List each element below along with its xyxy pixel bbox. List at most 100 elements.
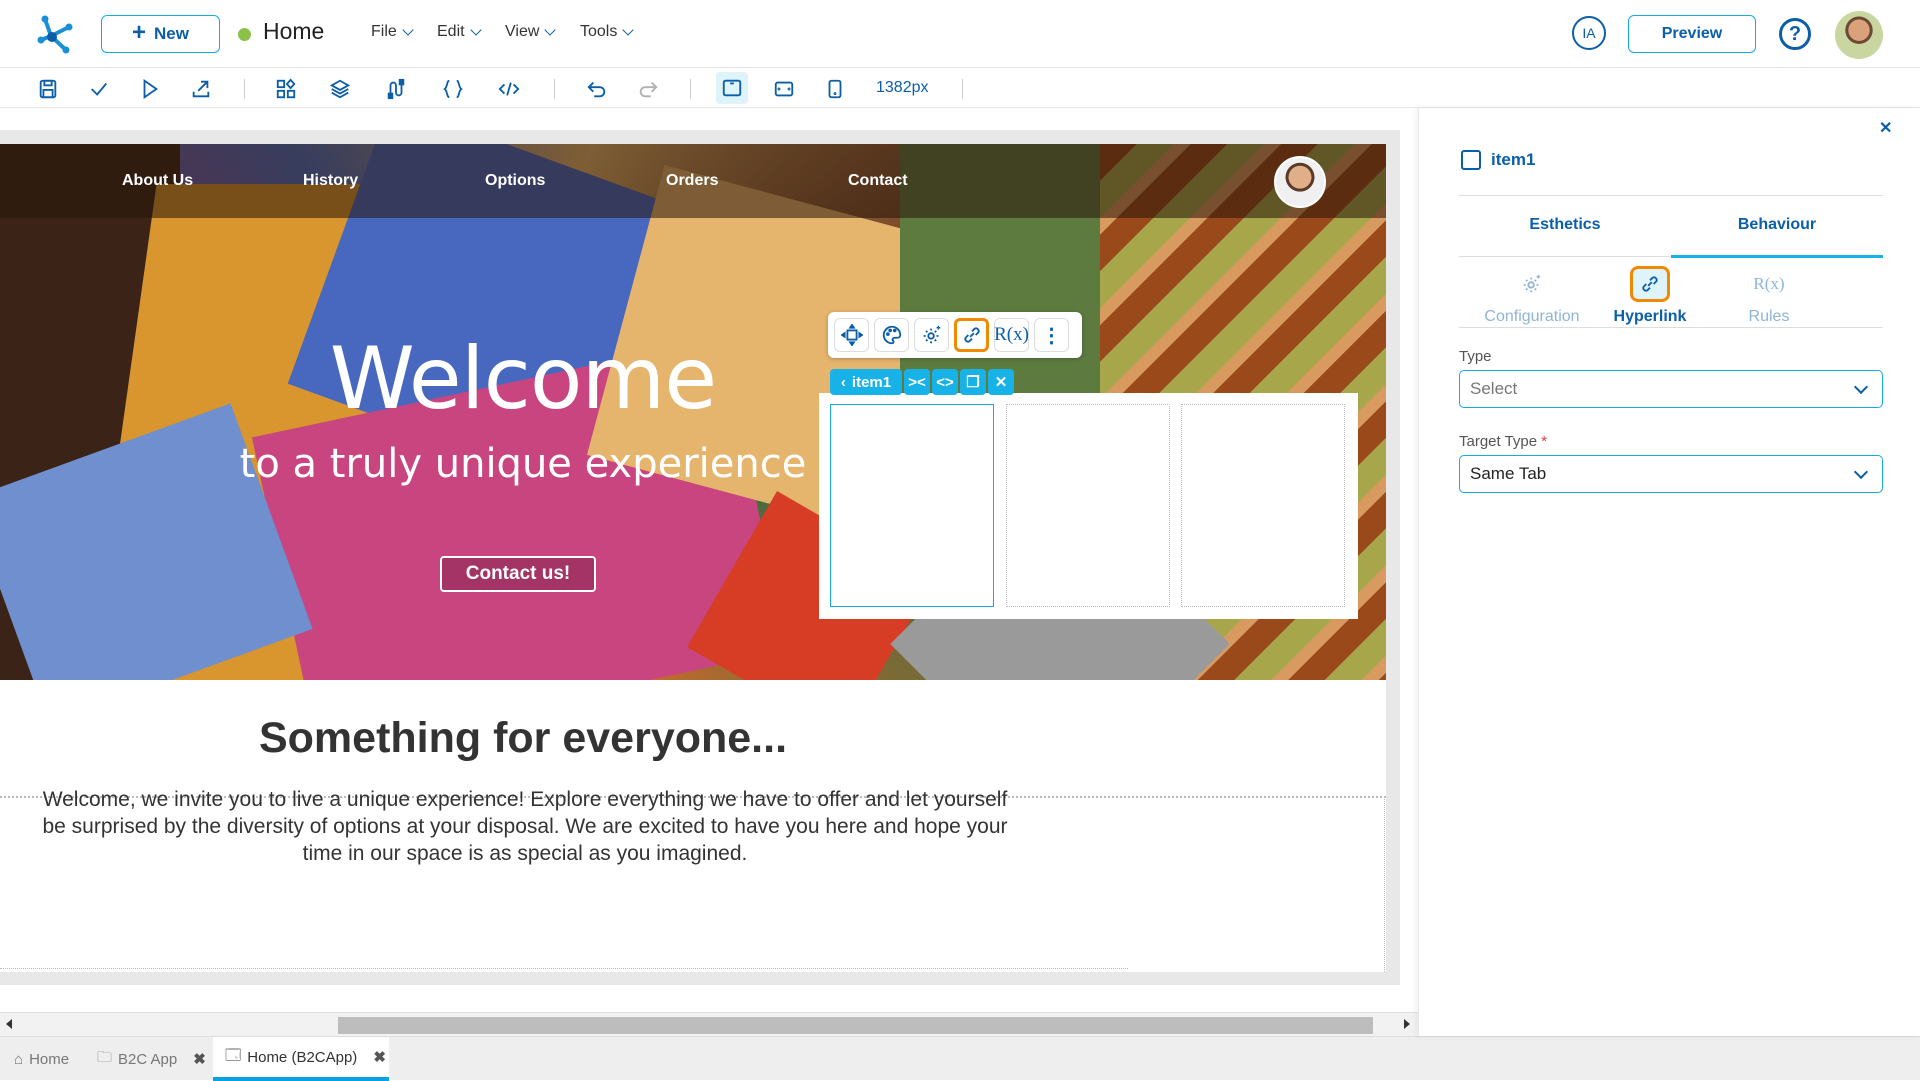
app-header: + New Home File Edit View Tools IA Previ… [0, 0, 1920, 68]
canvas-width-readout: 1382px [876, 79, 929, 96]
tab-b2c-app[interactable]: 🗀 B2C App ✖ [97, 1037, 206, 1081]
components-icon[interactable] [273, 76, 299, 102]
selected-container[interactable] [819, 393, 1358, 619]
more-icon[interactable]: ⋮ [1034, 318, 1069, 352]
container-cell[interactable] [1181, 404, 1345, 607]
target-type-label: Target Type * [1459, 433, 1547, 450]
nav-link-orders[interactable]: Orders [666, 172, 718, 190]
redo-icon[interactable] [635, 76, 661, 102]
panel-item-name: item1 [1491, 150, 1536, 169]
collapse-icon[interactable]: >< [904, 369, 930, 395]
tab-label: B2C App [118, 1050, 178, 1068]
close-icon[interactable]: ✖ [373, 1048, 386, 1066]
help-icon[interactable]: ? [1779, 18, 1811, 50]
nav-link-options[interactable]: Options [485, 172, 545, 190]
expand-icon[interactable]: <> [932, 369, 958, 395]
tablet-view-icon[interactable] [771, 76, 797, 102]
rules-glyph: R(x) [1753, 274, 1785, 293]
settings-icon[interactable] [914, 318, 949, 352]
folder-icon: 🗀 [97, 1048, 113, 1066]
tab-label: Home [29, 1050, 70, 1068]
subtab-hyperlink[interactable]: Hyperlink [1595, 266, 1705, 326]
menu-file[interactable]: File [371, 23, 414, 41]
container-cell[interactable] [1006, 404, 1170, 607]
mobile-view-icon[interactable] [822, 76, 848, 102]
close-icon[interactable]: ✖ [193, 1050, 206, 1068]
undo-icon[interactable] [584, 76, 610, 102]
delete-icon[interactable]: ✕ [988, 369, 1014, 395]
section-guide-line [1384, 796, 1385, 972]
play-icon[interactable] [137, 76, 163, 102]
target-type-select[interactable]: Same Tab [1459, 455, 1883, 493]
save-icon[interactable] [35, 76, 61, 102]
palette-icon[interactable] [874, 318, 909, 352]
scroll-left-arrow-icon[interactable] [6, 1019, 12, 1029]
layers-icon[interactable] [327, 76, 353, 102]
tab-home[interactable]: ⌂ Home [12, 1037, 71, 1081]
toolbar-divider [244, 79, 245, 99]
tab-esthetics[interactable]: Esthetics [1459, 216, 1671, 234]
site-nav: About Us History Options Orders Contact [0, 144, 1386, 218]
tab-behaviour[interactable]: Behaviour [1671, 216, 1883, 234]
rules-icon[interactable]: R(x) [994, 318, 1029, 352]
target-type-label-text: Target Type [1459, 433, 1538, 450]
new-button[interactable]: + New [101, 15, 220, 53]
panel-divider [1459, 195, 1883, 196]
design-canvas: About Us History Options Orders Contact … [0, 108, 1418, 1008]
nav-link-about-us[interactable]: About Us [122, 172, 193, 190]
integrations-icon[interactable] [383, 76, 409, 102]
braces-icon[interactable] [440, 76, 466, 102]
menu-edit-label: Edit [437, 23, 465, 40]
container-cell-selected[interactable] [830, 404, 994, 607]
chevron-down-icon [1853, 379, 1869, 395]
menu-file-label: File [371, 23, 397, 40]
required-marker: * [1541, 433, 1548, 450]
target-type-select-value: Same Tab [1470, 464, 1547, 483]
desktop-view-icon[interactable] [716, 72, 748, 104]
section-body: Welcome, we invite you to live a unique … [42, 788, 1008, 865]
subtab-label: Rules [1748, 308, 1790, 325]
rules-icon: R(x) [1749, 266, 1789, 302]
check-icon[interactable] [86, 76, 112, 102]
code-icon[interactable] [496, 76, 522, 102]
preview-button[interactable]: Preview [1628, 15, 1756, 53]
chevron-left-icon: ‹ [840, 373, 846, 391]
scrollbar-thumb[interactable] [338, 1017, 1373, 1034]
properties-panel: ✕ item1 Esthetics Behaviour Configuratio… [1418, 108, 1920, 1036]
close-icon[interactable]: ✕ [1879, 118, 1892, 138]
horizontal-scrollbar[interactable] [0, 1012, 1418, 1036]
ai-assistant-icon[interactable]: IA [1572, 16, 1606, 50]
chevron-down-icon [1853, 464, 1869, 480]
site-avatar[interactable] [1274, 156, 1326, 208]
toolbar-divider [554, 79, 555, 99]
link-icon[interactable] [954, 318, 989, 352]
subtab-rules[interactable]: R(x) Rules [1714, 266, 1824, 326]
chevron-down-icon [544, 23, 557, 36]
nav-link-contact[interactable]: Contact [848, 172, 908, 190]
move-icon[interactable] [834, 318, 869, 352]
selected-item-name: item1 [851, 373, 892, 391]
menu-view[interactable]: View [505, 23, 557, 41]
tab-home-b2capp[interactable]: 🗔 Home (B2CApp) ✖ [213, 1037, 389, 1081]
menu-tools[interactable]: Tools [580, 23, 635, 41]
toolbar-divider [690, 79, 691, 99]
type-select[interactable]: Select [1459, 370, 1883, 408]
active-tab-indicator [1671, 255, 1883, 258]
subtab-configuration[interactable]: Configuration [1477, 266, 1587, 326]
page-status-dot [238, 28, 251, 41]
menu-edit[interactable]: Edit [437, 23, 482, 41]
scroll-right-arrow-icon[interactable] [1404, 1019, 1410, 1029]
help-label: ? [1788, 22, 1802, 45]
nav-link-history[interactable]: History [303, 172, 358, 190]
parent-select-button[interactable]: ‹ item1 [830, 369, 902, 395]
contact-us-button[interactable]: Contact us! [440, 556, 596, 592]
user-avatar[interactable] [1835, 11, 1883, 59]
subtab-label: Configuration [1484, 308, 1580, 325]
rules-glyph: R(x) [994, 324, 1029, 345]
export-icon[interactable] [188, 76, 214, 102]
document-tabs: ⌂ Home 🗀 B2C App ✖ 🗔 Home (B2CApp) ✖ [0, 1036, 1920, 1081]
duplicate-icon[interactable]: ❐ [960, 369, 986, 395]
ai-assistant-label: IA [1582, 25, 1596, 41]
type-label: Type [1459, 348, 1492, 365]
app-logo-icon[interactable] [36, 14, 76, 54]
